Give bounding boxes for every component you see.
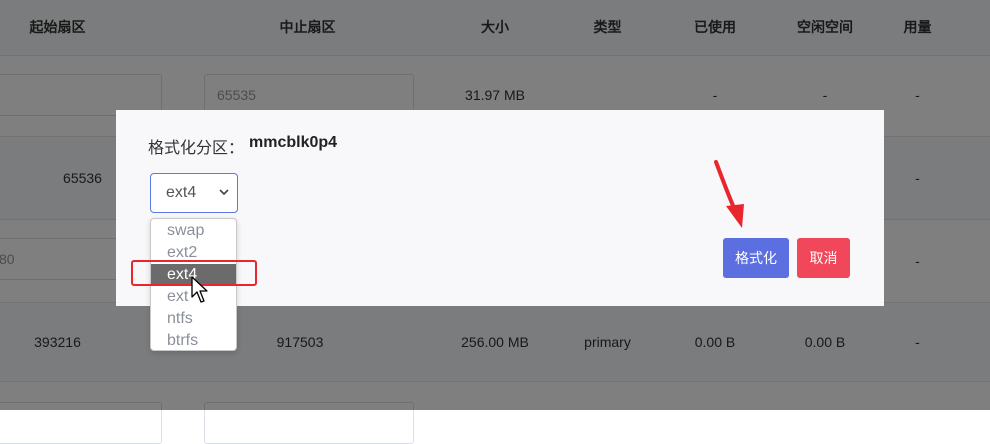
option-swap[interactable]: swap bbox=[151, 220, 236, 242]
format-partition-label: 格式化分区： bbox=[148, 140, 245, 157]
option-btrfs[interactable]: btrfs bbox=[151, 330, 236, 352]
format-button[interactable]: 格式化 bbox=[723, 238, 789, 278]
filesystem-select-value: ext4 bbox=[166, 184, 197, 201]
red-arrow-icon bbox=[714, 160, 744, 228]
chevron-down-icon bbox=[219, 189, 229, 196]
filesystem-select[interactable]: ext4 bbox=[150, 173, 238, 213]
mouse-cursor-icon bbox=[191, 276, 208, 303]
partition-name: mmcblk0p4 bbox=[249, 134, 338, 151]
option-ntfs[interactable]: ntfs bbox=[151, 308, 236, 330]
cancel-button[interactable]: 取消 bbox=[797, 238, 850, 278]
